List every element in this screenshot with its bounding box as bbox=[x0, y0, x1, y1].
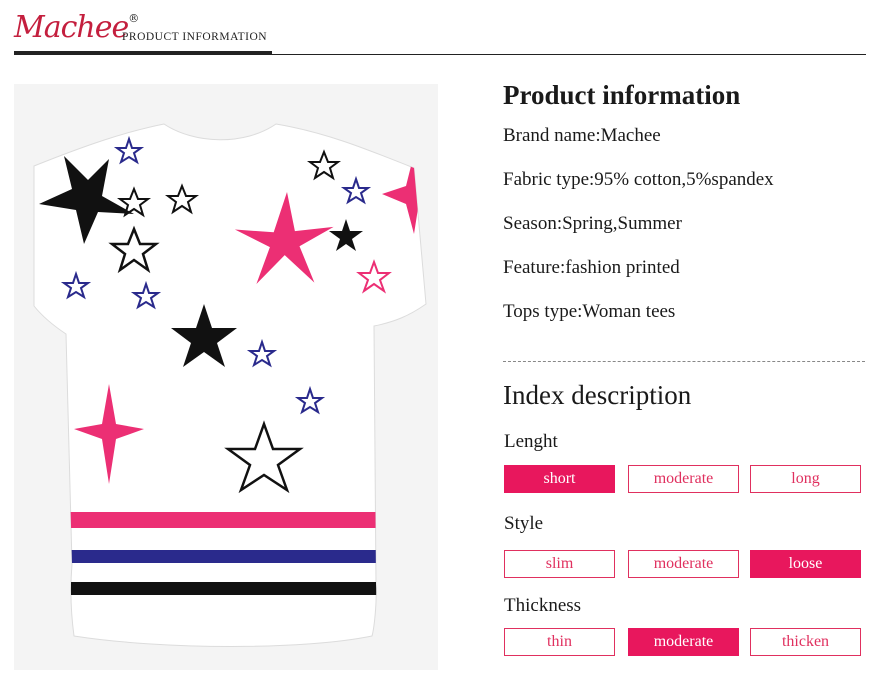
info-fabric: Fabric type:95% cotton,5%spandex bbox=[503, 169, 774, 190]
length-option-long[interactable]: long bbox=[750, 465, 861, 493]
length-label: Lenght bbox=[504, 431, 558, 452]
info-brand: Brand name:Machee bbox=[503, 125, 661, 146]
header: Machee® PRODUCT INFORMATION bbox=[0, 0, 879, 60]
tshirt-illustration bbox=[33, 123, 427, 647]
product-image bbox=[14, 84, 438, 670]
length-option-short[interactable]: short bbox=[504, 465, 615, 493]
section-title: PRODUCT INFORMATION bbox=[122, 31, 268, 43]
thickness-option-thin[interactable]: thin bbox=[504, 628, 615, 656]
product-information-title: Product information bbox=[503, 80, 741, 110]
thickness-option-moderate[interactable]: moderate bbox=[628, 628, 739, 656]
style-option-moderate[interactable]: moderate bbox=[628, 550, 739, 578]
navy-stripe bbox=[34, 550, 426, 563]
style-option-slim[interactable]: slim bbox=[504, 550, 615, 578]
style-option-loose[interactable]: loose bbox=[750, 550, 861, 578]
header-divider bbox=[14, 54, 866, 55]
info-tops-type: Tops type:Woman tees bbox=[503, 301, 676, 322]
info-season: Season:Spring,Summer bbox=[503, 213, 682, 234]
style-label: Style bbox=[504, 513, 544, 534]
dotted-divider bbox=[503, 361, 865, 362]
black-stripe bbox=[34, 582, 426, 595]
info-feature: Feature:fashion printed bbox=[503, 257, 680, 278]
product-information: Product information Brand name:Machee Fa… bbox=[503, 78, 865, 334]
thickness-label: Thickness bbox=[504, 595, 582, 616]
pink-stripe bbox=[34, 512, 426, 528]
thickness-option-thicken[interactable]: thicken bbox=[750, 628, 861, 656]
logo-text: Machee bbox=[14, 10, 129, 45]
length-option-moderate[interactable]: moderate bbox=[628, 465, 739, 493]
registered-mark: ® bbox=[128, 12, 139, 25]
index-description-title: Index description bbox=[503, 380, 692, 410]
brand-logo: Machee® bbox=[14, 10, 139, 45]
